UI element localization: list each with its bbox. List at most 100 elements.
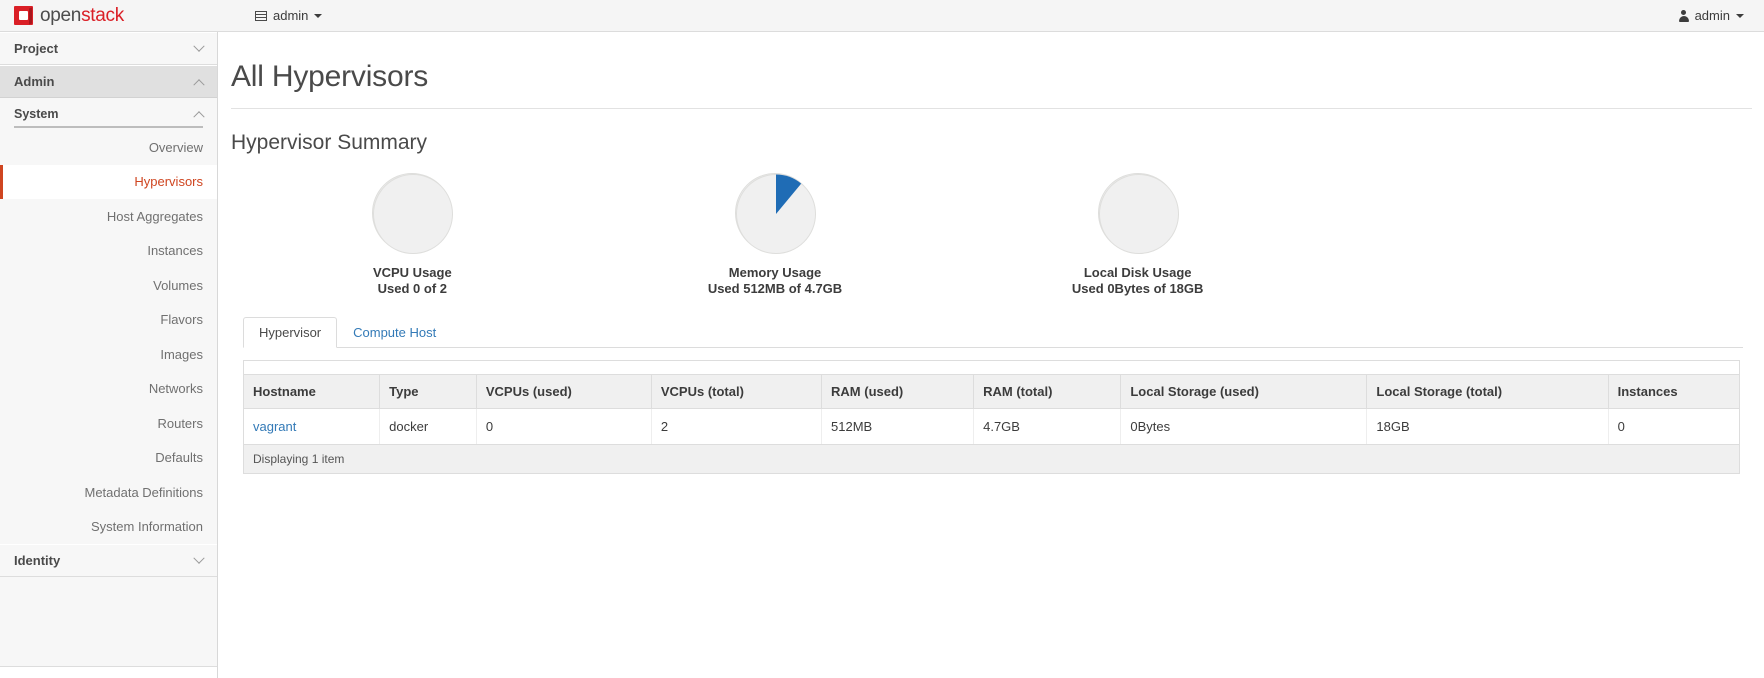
sidebar-item-flavors[interactable]: Flavors — [0, 302, 217, 337]
sidebar-group-admin[interactable]: Admin — [0, 65, 217, 98]
sidebar-item-images[interactable]: Images — [0, 337, 217, 372]
sidebar-item-label: Metadata Definitions — [84, 484, 203, 500]
project-selector-label: admin — [273, 8, 309, 23]
column-header-vcpus-total[interactable]: VCPUs (total) — [651, 374, 823, 409]
user-menu-label: admin — [1694, 8, 1730, 23]
column-header-vcpus-used[interactable]: VCPUs (used) — [476, 374, 652, 409]
chevron-down-icon — [193, 552, 205, 564]
sidebar-item-label: Routers — [157, 415, 203, 431]
sidebar-group-identity-label: Identity — [14, 553, 61, 568]
column-header-local-storage-total[interactable]: Local Storage (total) — [1366, 374, 1609, 409]
sidebar-item-metadata-definitions[interactable]: Metadata Definitions — [0, 475, 217, 510]
chevron-down-icon — [314, 13, 323, 18]
memory-usage-pie — [735, 173, 816, 254]
sidebar-item-host-aggregates[interactable]: Host Aggregates — [0, 199, 217, 234]
sidebar-bottom-filler — [0, 666, 217, 678]
sidebar-item-label: Overview — [148, 139, 203, 155]
sidebar-item-system-information[interactable]: System Information — [0, 509, 217, 544]
section-title: Hypervisor Summary — [231, 131, 428, 154]
grid-icon — [255, 10, 267, 21]
brand-logo[interactable]: openstack — [0, 0, 218, 31]
topnav-right: admin — [1673, 0, 1750, 31]
local-disk-usage-pie — [1097, 173, 1179, 254]
sidebar-item-label: Defaults — [155, 450, 203, 466]
memory-usage-pie-svg — [736, 174, 816, 254]
column-header-type[interactable]: Type — [379, 374, 477, 409]
sidebar-item-hypervisors[interactable]: Hypervisors — [0, 164, 217, 199]
hypervisor-table: Hostname Type VCPUs (used) VCPUs (total)… — [244, 374, 1739, 445]
chart-subtitle: Used 512MB of 4.7GB — [707, 281, 843, 297]
tab-label: Hypervisor — [259, 324, 322, 340]
brand-open-text: open — [40, 5, 82, 26]
chart-title: VCPU Usage — [372, 265, 452, 280]
user-menu-dropdown[interactable]: admin — [1673, 0, 1750, 31]
tab-compute-host[interactable]: Compute Host — [337, 317, 452, 348]
column-header-hostname[interactable]: Hostname — [244, 374, 381, 409]
sidebar-group-identity[interactable]: Identity — [0, 544, 217, 577]
cell-type: docker — [379, 408, 477, 445]
sidebar-item-volumes[interactable]: Volumes — [0, 268, 217, 303]
column-header-instances[interactable]: Instances — [1608, 374, 1739, 409]
chart-title: Memory Usage — [728, 265, 822, 280]
sidebar-item-instances[interactable]: Instances — [0, 233, 217, 268]
sidebar-item-label: Hypervisors — [134, 174, 203, 190]
sidebar-item-label: Instances — [147, 243, 203, 259]
table-body: vagrant docker 0 2 512MB 4.7GB 0Bytes 18… — [244, 408, 1739, 445]
table-footer-count: Displaying 1 item — [244, 444, 1739, 473]
hypervisor-summary-charts: VCPU Usage Used 0 of 2 Memory Usage Used… — [219, 173, 1319, 298]
local-disk-usage-pie-svg — [1098, 174, 1179, 254]
chart-subtitle: Used 0Bytes of 18GB — [1071, 281, 1204, 297]
chevron-up-icon — [193, 111, 205, 123]
cell-ram-used: 512MB — [821, 408, 975, 445]
sidebar-item-label: System Information — [91, 519, 203, 535]
main-content: All Hypervisors Hypervisor Summary VCPU … — [219, 32, 1764, 678]
sidebar-subgroup-system-label: System — [14, 107, 59, 121]
cell-ram-total: 4.7GB — [973, 408, 1122, 445]
hypervisor-table-container: Hostname Type VCPUs (used) VCPUs (total)… — [243, 359, 1740, 474]
chevron-down-icon — [193, 40, 205, 52]
sidebar-group-project[interactable]: Project — [0, 32, 217, 65]
brand-stack-text: stack — [81, 5, 124, 26]
sidebar-item-networks[interactable]: Networks — [0, 371, 217, 406]
openstack-logo-icon — [14, 6, 33, 25]
table-head: Hostname Type VCPUs (used) VCPUs (total)… — [244, 374, 1739, 409]
vcpu-usage-pie — [372, 173, 454, 254]
hostname-link[interactable]: vagrant — [253, 419, 296, 434]
sidebar-subgroup-system[interactable]: System — [0, 98, 217, 130]
cell-local-storage-total: 18GB — [1366, 408, 1609, 445]
cell-hostname: vagrant — [244, 408, 381, 445]
sidebar-item-label: Flavors — [160, 312, 203, 328]
chevron-up-icon — [193, 78, 205, 90]
sidebar-item-defaults[interactable]: Defaults — [0, 440, 217, 475]
sidebar-group-admin-label: Admin — [14, 74, 55, 89]
sidebar-item-routers[interactable]: Routers — [0, 406, 217, 441]
column-header-ram-used[interactable]: RAM (used) — [821, 374, 975, 409]
table-row: vagrant docker 0 2 512MB 4.7GB 0Bytes 18… — [244, 408, 1739, 445]
chart-memory-usage: Memory Usage Used 512MB of 4.7GB — [594, 173, 957, 298]
brand-title: openstack — [40, 6, 124, 25]
table-header-row: Hostname Type VCPUs (used) VCPUs (total)… — [244, 374, 1739, 409]
chart-vcpu-usage: VCPU Usage Used 0 of 2 — [231, 173, 594, 298]
cell-vcpus-total: 2 — [651, 408, 823, 445]
sidebar-item-overview[interactable]: Overview — [0, 130, 217, 165]
topnav-left: admin — [249, 0, 328, 31]
sidebar-item-label: Images — [160, 346, 203, 362]
chart-local-disk-usage: Local Disk Usage Used 0Bytes of 18GB — [956, 173, 1319, 298]
cell-instances: 0 — [1608, 408, 1739, 445]
chart-title: Local Disk Usage — [1083, 265, 1192, 280]
sidebar: Project Admin System Overview Hypervisor… — [0, 32, 218, 678]
project-selector-dropdown[interactable]: admin — [249, 0, 328, 31]
top-navbar: openstack admin admin — [0, 0, 1764, 32]
sidebar-item-label: Volumes — [153, 277, 203, 293]
title-divider — [231, 108, 1752, 109]
chart-subtitle: Used 0 of 2 — [377, 281, 448, 297]
user-icon — [1678, 10, 1689, 22]
tab-hypervisor[interactable]: Hypervisor — [243, 316, 338, 348]
column-header-ram-total[interactable]: RAM (total) — [973, 374, 1122, 409]
tab-label: Compute Host — [353, 324, 437, 340]
sidebar-item-label: Networks — [148, 381, 203, 397]
chevron-down-icon — [1736, 13, 1744, 18]
vcpu-usage-pie-svg — [373, 174, 454, 254]
column-header-local-storage-used[interactable]: Local Storage (used) — [1120, 374, 1368, 409]
table-toolbar — [244, 360, 1739, 375]
